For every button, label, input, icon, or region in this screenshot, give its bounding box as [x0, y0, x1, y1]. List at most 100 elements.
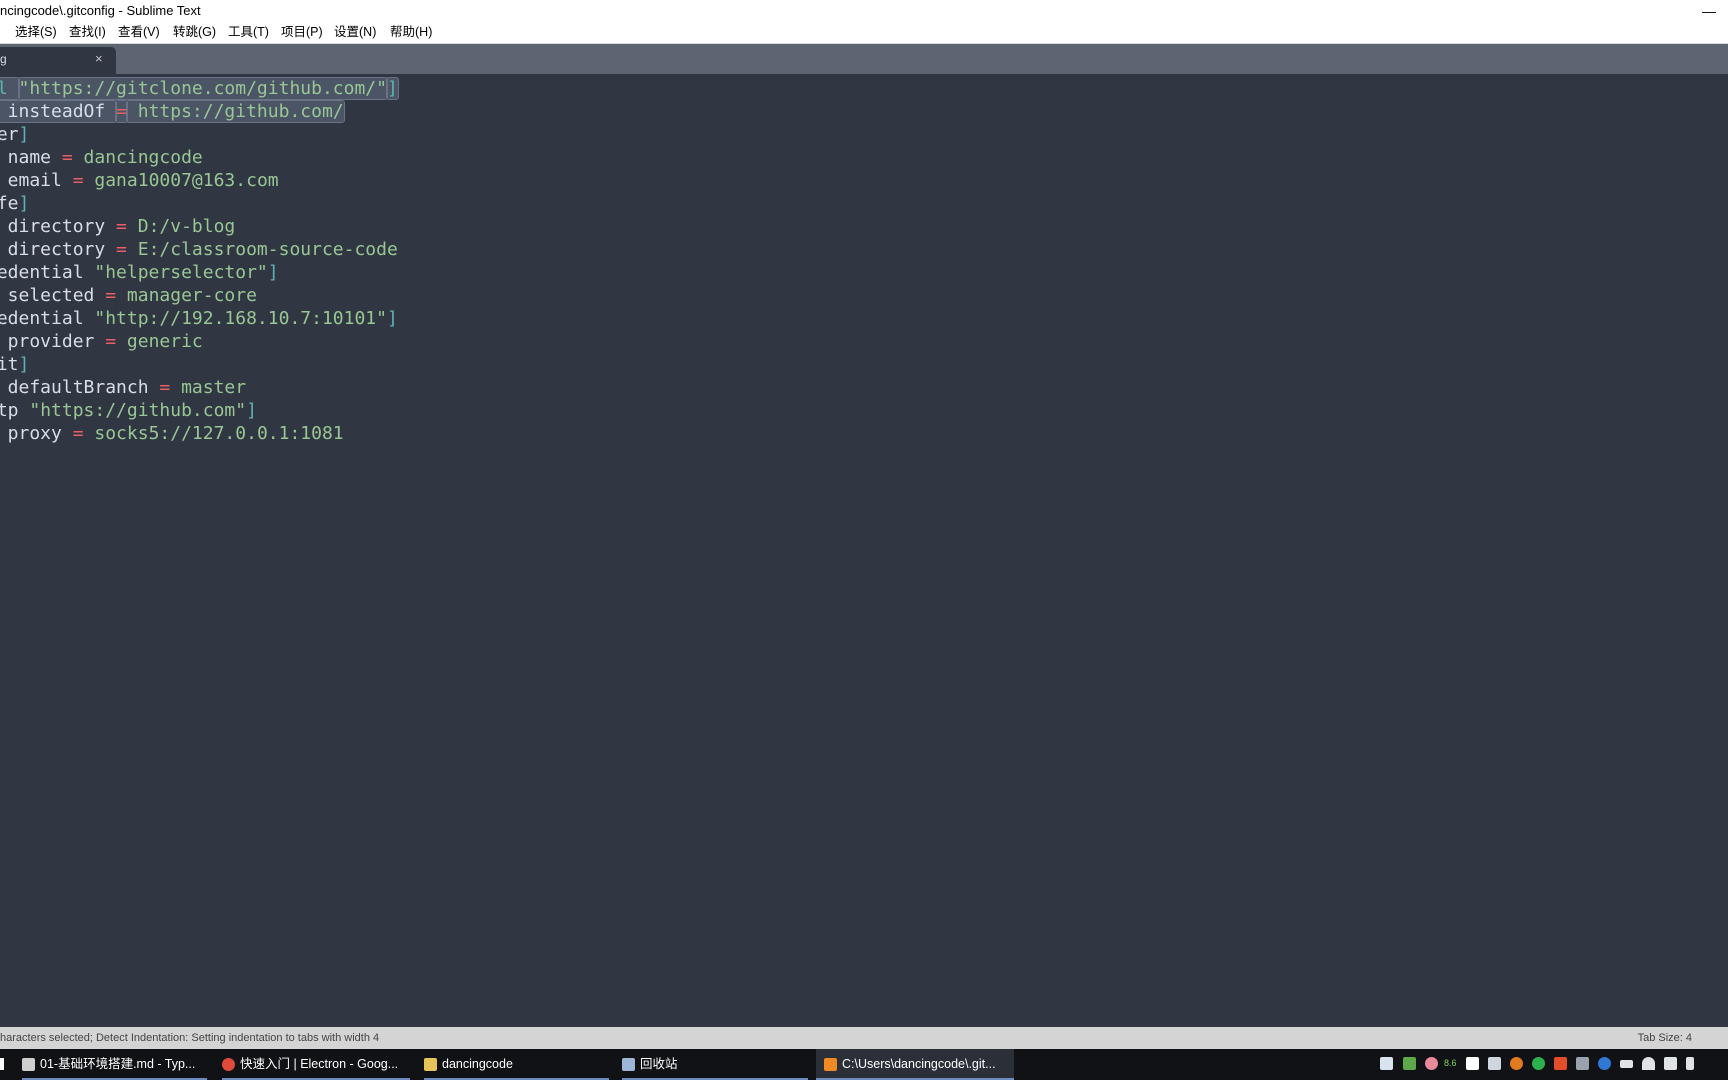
ime-icon[interactable]: [1686, 1057, 1694, 1070]
code-token: D:/v-blog: [126, 216, 236, 237]
code-line: directory = D:/v-blog: [0, 215, 398, 238]
nvidia-icon[interactable]: [1403, 1057, 1416, 1070]
code-token: =: [116, 239, 127, 260]
tab-size-indicator[interactable]: Tab Size: 4: [1638, 1027, 1692, 1049]
network-monitor-icon[interactable]: [1380, 1057, 1393, 1070]
menu-help[interactable]: 帮助(H): [390, 22, 432, 43]
code-token: =: [105, 331, 117, 352]
code-token: =: [61, 147, 73, 168]
code-token: "helperselector": [94, 262, 268, 283]
code-token: =: [159, 377, 171, 398]
code-token: name: [7, 147, 52, 168]
code-line: selected = manager-core: [0, 284, 398, 307]
app-x-icon[interactable]: [1554, 1057, 1567, 1070]
code-line: provider = generic: [0, 330, 398, 353]
tab-bar: g ×: [0, 44, 1728, 74]
code-token: defaultBranch: [0, 377, 160, 398]
code-line: ttp "https://github.com"]: [0, 399, 398, 422]
code-token: manager-core: [116, 285, 257, 306]
code-line: nit]: [0, 353, 398, 376]
code-token: "https://github.com": [29, 400, 247, 421]
code-token: ttp: [0, 400, 19, 421]
code-token: redential: [0, 308, 84, 329]
taskbar-item-chrome[interactable]: 快速入门 | Electron - Goog...: [222, 1049, 410, 1080]
start-button-fragment[interactable]: [0, 1058, 4, 1070]
volume-icon[interactable]: [1664, 1057, 1677, 1070]
code-editor[interactable]: rl "https://gitclone.com/github.com/"] i…: [0, 74, 1728, 1026]
bluetooth-icon[interactable]: [1598, 1057, 1611, 1070]
code-line: proxy = socks5://127.0.0.1:1081: [0, 422, 398, 445]
code-token: afe: [0, 193, 19, 214]
code-token: directory: [7, 216, 106, 237]
code-token: ]: [386, 308, 398, 329]
code-token: ser: [0, 124, 19, 145]
wifi-icon[interactable]: [1642, 1057, 1655, 1070]
note-app-icon[interactable]: [1532, 1057, 1545, 1070]
code-line: email = gana10007@163.com: [0, 169, 398, 192]
battery-icon[interactable]: [1620, 1060, 1633, 1068]
window-title: ncingcode\.gitconfig - Sublime Text: [0, 3, 201, 18]
code-token: rl: [0, 77, 20, 100]
menu-tools[interactable]: 工具(T): [228, 22, 269, 43]
tray-value: 8.6: [1444, 1058, 1457, 1068]
taskbar-item-label: dancingcode: [442, 1057, 513, 1071]
search-tool-icon[interactable]: [1510, 1057, 1523, 1070]
code-token: https://github.com/: [125, 100, 345, 123]
title-bar: ncingcode\.gitconfig - Sublime Text —: [0, 0, 1728, 22]
taskbar-item-label: 回收站: [640, 1057, 678, 1071]
code-token: =: [72, 423, 84, 444]
pinned-app-icon[interactable]: [1466, 1057, 1479, 1070]
window-icon[interactable]: [1576, 1057, 1589, 1070]
code-token: ]: [18, 354, 30, 375]
code-token: directory: [7, 239, 106, 260]
tab-label: g: [0, 52, 7, 66]
taskbar-item-label: 01-基础环境搭建.md - Typ...: [40, 1057, 196, 1071]
minimize-icon[interactable]: —: [1702, 0, 1716, 22]
flower-icon[interactable]: [1425, 1057, 1438, 1070]
sublime-icon: [824, 1058, 837, 1072]
sync-icon[interactable]: [1488, 1057, 1501, 1070]
code-token: proxy: [7, 423, 62, 444]
code-line: defaultBranch = master: [0, 376, 398, 399]
code-token: E:/classroom-source-code: [126, 239, 398, 260]
code-token: redential: [0, 262, 84, 283]
code-token: nit: [0, 354, 19, 375]
code-token: ]: [385, 77, 399, 100]
taskbar-item-explorer[interactable]: dancingcode: [424, 1049, 609, 1080]
code-token: =: [115, 100, 128, 123]
tab-gitconfig[interactable]: g ×: [0, 47, 116, 74]
menu-view[interactable]: 查看(V): [118, 22, 160, 43]
code-token: selected: [7, 285, 95, 306]
menu-goto[interactable]: 转跳(G): [173, 22, 216, 43]
code-line: insteadOf = https://github.com/: [0, 100, 398, 123]
code-token: provider: [7, 331, 95, 352]
code-token: ]: [267, 262, 279, 283]
code-line: name = dancingcode: [0, 146, 398, 169]
code-content: rl "https://gitclone.com/github.com/"] i…: [0, 77, 399, 445]
status-bar: haracters selected; Detect Indentation: …: [0, 1027, 1728, 1049]
taskbar-item-typora[interactable]: 01-基础环境搭建.md - Typ...: [22, 1049, 207, 1080]
system-tray: 8.6: [1368, 1049, 1728, 1080]
taskbar-item-sublime[interactable]: C:\Users\dancingcode\.git...: [816, 1049, 1014, 1080]
code-line: redential "helperselector"]: [0, 261, 398, 284]
code-line: redential "http://192.168.10.7:10101"]: [0, 307, 398, 330]
code-token: ]: [18, 124, 30, 145]
menu-select[interactable]: 选择(S): [15, 22, 57, 43]
code-line: afe]: [0, 192, 398, 215]
menu-find[interactable]: 查找(I): [69, 22, 106, 43]
code-token: ]: [18, 193, 30, 214]
taskbar: 01-基础环境搭建.md - Typ... 快速入门 | Electron - …: [0, 1049, 1728, 1080]
menu-preferences[interactable]: 设置(N): [334, 22, 376, 43]
code-line: directory = E:/classroom-source-code: [0, 238, 398, 261]
typora-icon: [22, 1058, 35, 1072]
code-line: rl "https://gitclone.com/github.com/"]: [0, 77, 399, 100]
menu-project[interactable]: 项目(P): [281, 22, 323, 43]
taskbar-item-label: 快速入门 | Electron - Goog...: [240, 1057, 399, 1071]
chrome-icon: [222, 1058, 235, 1072]
recycle-bin-icon: [622, 1058, 635, 1072]
taskbar-item-recycle-bin[interactable]: 回收站: [622, 1049, 808, 1080]
status-message: haracters selected; Detect Indentation: …: [0, 1032, 380, 1044]
code-token: =: [116, 216, 127, 237]
code-token: socks5://127.0.0.1:1081: [83, 423, 344, 444]
close-icon[interactable]: ×: [95, 51, 103, 66]
